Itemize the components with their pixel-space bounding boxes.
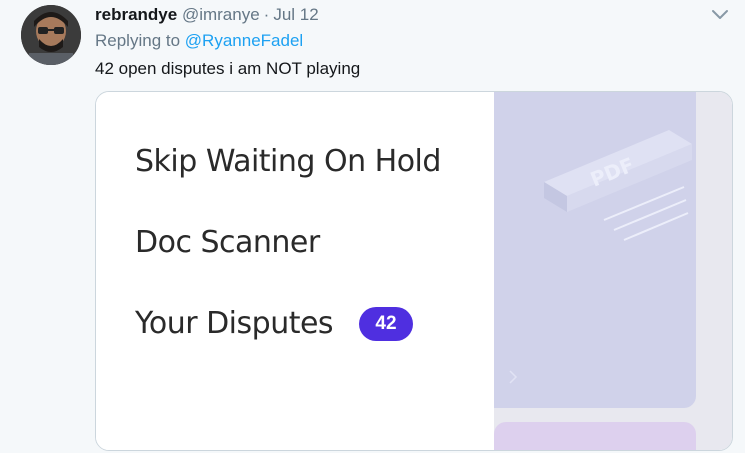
mention-link[interactable]: @RyanneFadel: [185, 31, 303, 50]
media-card[interactable]: Skip Waiting On Hold Doc Scanner Your Di…: [95, 91, 733, 451]
display-name[interactable]: rebrandye: [95, 5, 177, 24]
app-menu: Skip Waiting On Hold Doc Scanner Your Di…: [96, 92, 494, 450]
tweet: rebrandye @imranye · Jul 12 Replying to @R…: [0, 0, 745, 453]
tweet-date[interactable]: Jul 12: [273, 5, 318, 24]
chevron-right-icon: [509, 370, 518, 384]
menu-item-doc-scanner: Doc Scanner: [135, 225, 320, 260]
tweet-header: rebrandye @imranye · Jul 12: [95, 5, 319, 25]
avatar[interactable]: [21, 5, 81, 65]
menu-item-your-disputes: Your Disputes: [135, 306, 334, 341]
secondary-illustration: [494, 422, 696, 450]
disputes-count-badge: 42: [359, 307, 413, 341]
pdf-document-illustration: PDF: [544, 130, 692, 241]
chevron-down-icon[interactable]: [710, 7, 730, 23]
user-handle[interactable]: @imranye: [182, 5, 260, 24]
replying-to-label: Replying to: [95, 31, 181, 50]
illustration-panel: PDF: [494, 92, 696, 408]
separator-dot: ·: [263, 5, 270, 24]
menu-item-skip-waiting: Skip Waiting On Hold: [135, 144, 441, 179]
illustration-area: PDF: [494, 92, 732, 450]
replying-to: Replying to @RyanneFadel: [95, 31, 303, 51]
tweet-text: 42 open disputes i am NOT playing: [95, 59, 361, 78]
